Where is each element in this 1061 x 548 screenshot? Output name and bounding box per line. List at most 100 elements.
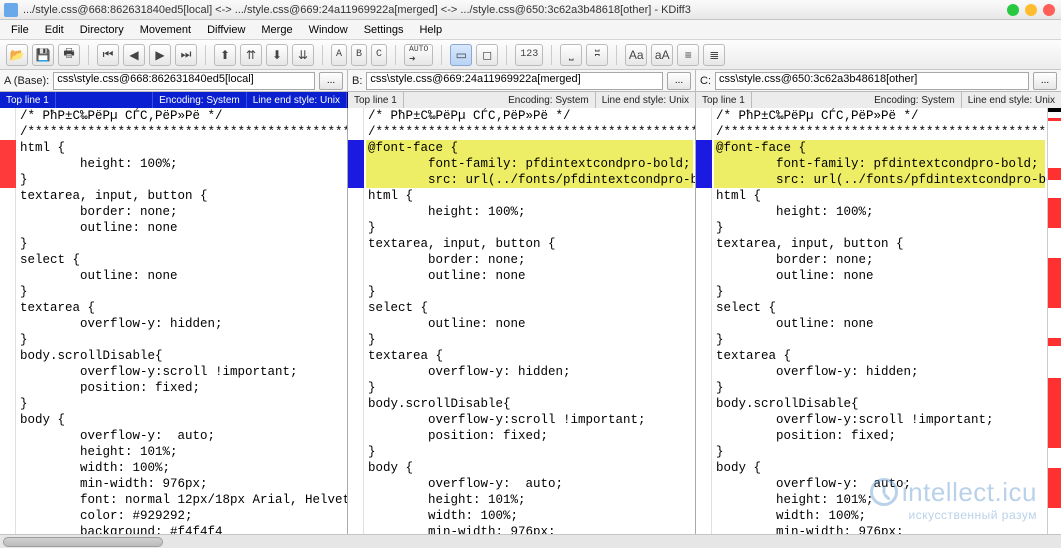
overview-mark: [1048, 198, 1061, 228]
case2-icon[interactable]: aA: [651, 44, 673, 66]
code-line: }: [366, 284, 693, 300]
code-line: background: #f4f4f4: [18, 524, 345, 534]
whitespace2-icon[interactable]: ⎶: [586, 44, 608, 66]
menu-help[interactable]: Help: [412, 22, 449, 38]
code-line: body {: [18, 412, 345, 428]
down-diff-icon[interactable]: ⬇: [266, 44, 288, 66]
split-vert-icon[interactable]: ◻: [476, 44, 498, 66]
up-conflict-icon[interactable]: ⇈: [240, 44, 262, 66]
overview-mark: [1048, 378, 1061, 448]
code-c[interactable]: /* РћР±С‰РёРµ СЃС‚РёР»Рё *//************…: [712, 108, 1047, 534]
status-c-topline: Top line 1: [696, 92, 752, 108]
print-icon[interactable]: 🖶: [58, 44, 80, 66]
code-line: html {: [714, 188, 1045, 204]
diff-marker-c: [696, 140, 712, 188]
code-line: @font-face {: [714, 140, 1045, 156]
status-c-encoding: Encoding: System: [868, 92, 962, 108]
fold-icon[interactable]: ≡: [677, 44, 699, 66]
select-b-icon[interactable]: B: [351, 44, 367, 66]
split-horiz-icon[interactable]: ▭: [450, 44, 472, 66]
close-icon[interactable]: [1043, 4, 1055, 16]
menu-edit[interactable]: Edit: [38, 22, 71, 38]
minimize-icon[interactable]: [1007, 4, 1019, 16]
code-line: }: [18, 284, 345, 300]
separator: [205, 45, 206, 65]
menu-diffview[interactable]: Diffview: [200, 22, 252, 38]
up-diff-icon[interactable]: ⬆: [214, 44, 236, 66]
open-icon[interactable]: 📂: [6, 44, 28, 66]
code-line: src: url(../fonts/pfdintextcondpro-bold-…: [366, 172, 693, 188]
code-line: overflow-y:scroll !important;: [366, 412, 693, 428]
separator: [88, 45, 89, 65]
code-line: /* РћР±С‰РёРµ СЃС‚РёР»Рё */: [366, 108, 693, 124]
path-c-input[interactable]: css\style.css@650:3c62a3b48618[other]: [715, 72, 1029, 90]
code-line: textarea, input, button {: [714, 236, 1045, 252]
pane-a: /* РћР±С‰РёРµ СЃС‚РёР»Рё *//************…: [0, 108, 348, 534]
code-line: outline: none: [366, 316, 693, 332]
overview-mark: [1048, 168, 1061, 180]
line-numbers-icon[interactable]: 123: [515, 44, 543, 66]
code-line: overflow-y:scroll !important;: [714, 412, 1045, 428]
down-conflict-icon[interactable]: ⇊: [292, 44, 314, 66]
code-line: border: none;: [714, 252, 1045, 268]
path-a-label: A (Base):: [4, 75, 49, 87]
code-line: overflow-y: hidden;: [18, 316, 345, 332]
select-c-icon[interactable]: C: [371, 44, 387, 66]
save-icon[interactable]: 💾: [32, 44, 54, 66]
menu-movement[interactable]: Movement: [133, 22, 198, 38]
menu-merge[interactable]: Merge: [254, 22, 299, 38]
path-a-cell: A (Base): css\style.css@668:862631840ed5…: [0, 70, 348, 91]
separator: [506, 45, 507, 65]
code-line: color: #929292;: [18, 508, 345, 524]
horizontal-scrollbar[interactable]: [0, 534, 1061, 548]
browse-a-button[interactable]: ...: [319, 72, 343, 90]
goto-next-icon[interactable]: ▶: [149, 44, 171, 66]
path-c-label: C:: [700, 75, 711, 87]
separator: [616, 45, 617, 65]
goto-prev-icon[interactable]: ◀: [123, 44, 145, 66]
code-line: body {: [714, 460, 1045, 476]
status-b-lineend: Line end style: Unix: [596, 92, 695, 108]
code-a[interactable]: /* РћР±С‰РёРµ СЃС‚РёР»Рё *//************…: [16, 108, 347, 534]
browse-c-button[interactable]: ...: [1033, 72, 1057, 90]
code-line: }: [18, 332, 345, 348]
code-line: }: [714, 220, 1045, 236]
code-line: height: 100%;: [366, 204, 693, 220]
code-line: select {: [366, 300, 693, 316]
overview-strip[interactable]: [1047, 108, 1061, 534]
code-line: /* РћР±С‰РёРµ СЃС‚РёР»Рё */: [714, 108, 1045, 124]
menu-window[interactable]: Window: [302, 22, 355, 38]
menu-settings[interactable]: Settings: [357, 22, 411, 38]
code-line: height: 100%;: [18, 156, 345, 172]
browse-b-button[interactable]: ...: [667, 72, 691, 90]
code-line: position: fixed;: [366, 428, 693, 444]
diff-view: /* РћР±С‰РёРµ СЃС‚РёР»Рё *//************…: [0, 108, 1061, 534]
select-a-icon[interactable]: A: [331, 44, 347, 66]
code-line: font-family: pfdintextcondpro-bold; /* Р…: [366, 156, 693, 172]
code-line: outline: none: [714, 316, 1045, 332]
scroll-thumb[interactable]: [3, 537, 163, 547]
status-a-topline: Top line 1: [0, 92, 56, 108]
code-line: src: url(../fonts/pfdintextcondpro-bold-…: [714, 172, 1045, 188]
path-b-input[interactable]: css\style.css@669:24a11969922a[merged]: [366, 72, 663, 90]
case-icon[interactable]: Aa: [625, 44, 647, 66]
separator: [322, 45, 323, 65]
fold2-icon[interactable]: ≣: [703, 44, 725, 66]
menu-directory[interactable]: Directory: [73, 22, 131, 38]
auto-icon[interactable]: AUTO➜: [404, 44, 433, 66]
goto-first-icon[interactable]: ⏮: [97, 44, 119, 66]
status-c: Top line 1 Encoding: System Line end sty…: [696, 92, 1061, 108]
menu-file[interactable]: File: [4, 22, 36, 38]
path-a-input[interactable]: css\style.css@668:862631840ed5[local]: [53, 72, 315, 90]
code-b[interactable]: /* РћР±С‰РёРµ СЃС‚РёР»Рё *//************…: [364, 108, 695, 534]
code-line: overflow-y: hidden;: [366, 364, 693, 380]
goto-last-icon[interactable]: ⏭: [175, 44, 197, 66]
code-line: width: 100%;: [714, 508, 1045, 524]
whitespace-icon[interactable]: ⎵: [560, 44, 582, 66]
overview-mark: [1048, 338, 1061, 346]
code-line: html {: [18, 140, 345, 156]
maximize-icon[interactable]: [1025, 4, 1037, 16]
code-line: }: [714, 284, 1045, 300]
code-line: /***************************************…: [714, 124, 1045, 140]
status-a-lineend: Line end style: Unix: [247, 92, 347, 108]
